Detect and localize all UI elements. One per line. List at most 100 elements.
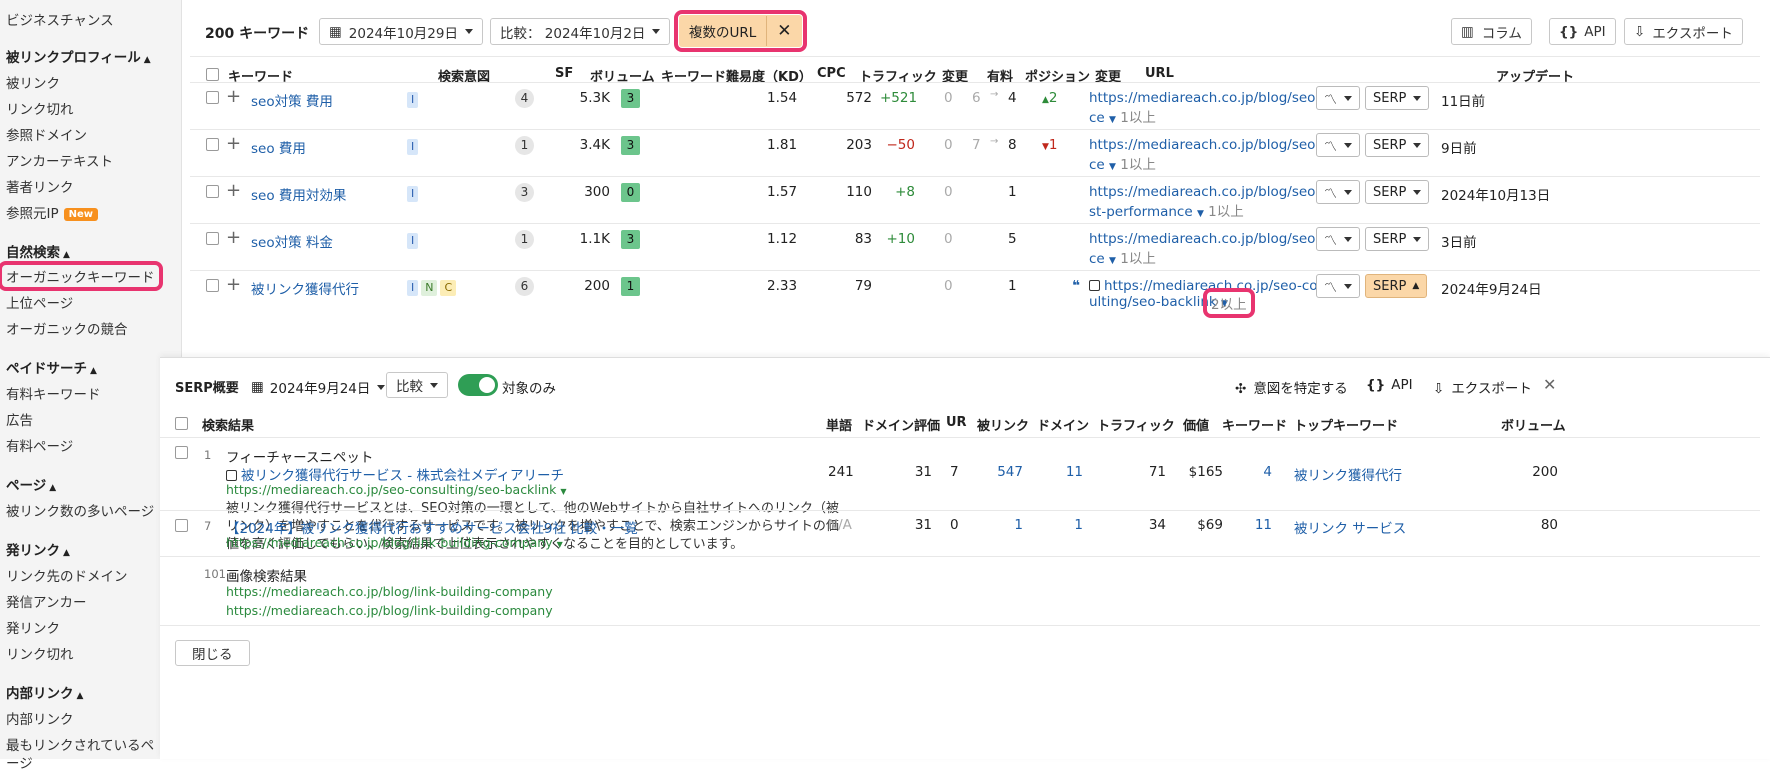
serp-button[interactable]: SERP <box>1365 227 1430 251</box>
trend-chart-button[interactable]: 〽 <box>1316 227 1361 251</box>
keyword-link[interactable]: seo対策 費用 <box>251 90 333 110</box>
url-link-cont[interactable]: ce ▼ 1以上 <box>1089 247 1156 267</box>
close-panel-icon[interactable]: ✕ <box>1543 375 1556 394</box>
col-sf[interactable]: SF <box>555 66 573 81</box>
sf-count[interactable]: 4 <box>515 89 534 108</box>
col-search-result[interactable]: 検索結果 <box>202 415 254 434</box>
row-checkbox[interactable] <box>175 519 188 532</box>
keywords-link[interactable]: 4 <box>1242 464 1272 480</box>
sidebar-section-internal-links[interactable]: 内部リンク ▲ <box>6 682 83 702</box>
url-link-cont[interactable]: ce ▼ 1以上 <box>1089 153 1156 173</box>
sidebar-item-top-pages[interactable]: 上位ページ <box>6 292 73 312</box>
sf-count[interactable]: 6 <box>515 277 534 296</box>
more-urls-link[interactable]: 2以上 <box>1203 288 1255 318</box>
sidebar-section-paid-search[interactable]: ペイドサーチ ▲ <box>6 357 97 377</box>
keyword-link[interactable]: seo対策 料金 <box>251 231 333 251</box>
domains-link[interactable]: 11 <box>1050 464 1083 480</box>
serp-select-all-checkbox[interactable] <box>175 417 188 430</box>
select-all-checkbox[interactable] <box>206 68 219 81</box>
serp-api-button[interactable]: {} API <box>1366 377 1413 393</box>
export-button[interactable]: ⇩ エクスポート <box>1624 18 1743 45</box>
sidebar-item-paid-keywords[interactable]: 有料キーワード <box>6 383 101 403</box>
col-volume[interactable]: ボリューム <box>1501 415 1566 434</box>
plus-icon[interactable]: + <box>226 88 241 106</box>
api-button[interactable]: {} API <box>1549 18 1616 45</box>
sidebar-item-linked-domains[interactable]: リンク先のドメイン <box>6 565 128 585</box>
sidebar-item-ads[interactable]: 広告 <box>6 409 33 429</box>
col-value[interactable]: 価値 <box>1183 415 1209 434</box>
url-link-cont[interactable]: st-performance ▼ 1以上 <box>1089 200 1244 220</box>
col-url[interactable]: URL <box>1145 66 1174 81</box>
sidebar-item-paid-pages[interactable]: 有料ページ <box>6 435 73 455</box>
row-checkbox[interactable] <box>206 279 219 292</box>
result-title-link[interactable]: 【2024年】被リンク獲得代行おすすめサービス会社9社 比較・一覧 <box>226 517 638 537</box>
sf-count[interactable]: 1 <box>515 230 534 249</box>
filter-chip-multiple-urls[interactable]: 複数のURL ✕ <box>674 10 807 52</box>
sidebar-item-most-linked-pages[interactable]: 最もリンクされているペ <box>6 734 154 754</box>
sidebar-item-organic-keywords[interactable]: オーガニックキーワード <box>0 261 163 291</box>
sidebar-item-most-linked-pages-cont[interactable]: ージ <box>6 752 33 772</box>
identify-intent-button[interactable]: ✣ 意図を特定する <box>1235 377 1348 397</box>
sf-count[interactable]: 1 <box>515 136 534 155</box>
col-ur[interactable]: UR <box>946 415 967 430</box>
result-url[interactable]: https://mediareach.co.jp/seo-consulting/… <box>226 482 567 497</box>
sidebar-item-business[interactable]: ビジネスチャンス <box>6 9 114 29</box>
url-link[interactable]: https://mediareach.co.jp/blog/seo-pri <box>1089 231 1338 247</box>
plus-icon[interactable]: + <box>226 276 241 294</box>
col-backlinks[interactable]: 被リンク <box>977 415 1029 434</box>
col-cpc[interactable]: CPC <box>817 66 846 81</box>
sidebar-section-outgoing-links[interactable]: 発リンク ▲ <box>6 539 70 559</box>
col-traffic[interactable]: トラフィック <box>1097 415 1175 434</box>
row-checkbox[interactable] <box>206 185 219 198</box>
sidebar-section-backlink-profile[interactable]: 被リンクプロフィール ▲ <box>6 46 151 66</box>
url-link[interactable]: https://mediareach.co.jp/blog/seo-pri <box>1089 137 1338 153</box>
date-picker[interactable]: ▦ 2024年10月29日 <box>319 18 483 45</box>
row-checkbox[interactable] <box>206 232 219 245</box>
trend-chart-button[interactable]: 〽 <box>1316 86 1361 110</box>
sidebar-item-best-by-links[interactable]: 被リンク数の多いページ <box>6 500 154 520</box>
url-link[interactable]: https://mediareach.co.jp/blog/seo-co <box>1089 184 1336 200</box>
keyword-link[interactable]: seo 費用対効果 <box>251 184 346 204</box>
sidebar-item-organic-competitors[interactable]: オーガニックの競合 <box>6 318 128 338</box>
result-title-link[interactable]: 被リンク獲得代行サービス - 株式会社メディアリーチ <box>226 464 564 484</box>
close-icon[interactable]: ✕ <box>766 16 801 46</box>
serp-compare-button[interactable]: 比較 <box>386 372 448 398</box>
target-only-toggle[interactable] <box>458 374 498 396</box>
trend-chart-button[interactable]: 〽 <box>1316 274 1361 298</box>
row-checkbox[interactable] <box>206 138 219 151</box>
sidebar-item-author-links[interactable]: 著者リンク <box>6 176 74 196</box>
backlinks-link[interactable]: 1 <box>990 517 1023 533</box>
col-domain-rating[interactable]: ドメイン評価 <box>862 415 940 434</box>
sidebar-item-outgoing-anchors[interactable]: 発信アンカー <box>6 591 86 611</box>
close-button[interactable]: 閉じる <box>175 640 250 666</box>
col-keywords[interactable]: キーワード <box>1222 415 1287 434</box>
domains-link[interactable]: 1 <box>1050 517 1083 533</box>
serp-date-picker[interactable]: ▦ 2024年9月24日 <box>251 377 386 397</box>
sidebar-item-outgoing-broken-links[interactable]: リンク切れ <box>6 643 74 663</box>
sidebar-item-backlinks[interactable]: 被リンク <box>6 72 60 92</box>
backlinks-link[interactable]: 547 <box>990 464 1023 480</box>
sf-count[interactable]: 3 <box>515 183 534 202</box>
result-url[interactable]: https://mediareach.co.jp/blog/link-build… <box>226 584 553 599</box>
keyword-link[interactable]: seo 費用 <box>251 137 306 157</box>
serp-button[interactable]: SERP <box>1365 133 1430 157</box>
compare-date-picker[interactable]: 比較： 2024年10月2日 <box>490 18 671 45</box>
result-url[interactable]: https://mediareach.co.jp/blog/link-build… <box>226 535 563 550</box>
col-words[interactable]: 単語 <box>826 415 852 434</box>
col-top-keyword[interactable]: トップキーワード <box>1294 415 1398 434</box>
sidebar-item-broken-links[interactable]: リンク切れ <box>6 98 74 118</box>
top-keyword-link[interactable]: 被リンク獲得代行 <box>1294 464 1402 484</box>
plus-icon[interactable]: + <box>226 182 241 200</box>
url-link-cont[interactable]: ce ▼ 1以上 <box>1089 106 1156 126</box>
serp-export-button[interactable]: ⇩ エクスポート <box>1433 377 1532 397</box>
serp-button[interactable]: SERP <box>1365 86 1430 110</box>
row-checkbox[interactable] <box>206 91 219 104</box>
columns-button[interactable]: ▥ コラム <box>1451 18 1532 45</box>
keyword-link[interactable]: 被リンク獲得代行 <box>251 278 359 298</box>
sidebar-item-outgoing-links[interactable]: 発リンク <box>6 617 60 637</box>
url-link[interactable]: https://mediareach.co.jp/seo-cons <box>1089 278 1333 294</box>
sidebar-item-internal-links[interactable]: 内部リンク <box>6 708 74 728</box>
top-keyword-link[interactable]: 被リンク サービス <box>1294 517 1406 537</box>
row-checkbox[interactable] <box>175 446 188 459</box>
col-domains[interactable]: ドメイン <box>1037 415 1089 434</box>
